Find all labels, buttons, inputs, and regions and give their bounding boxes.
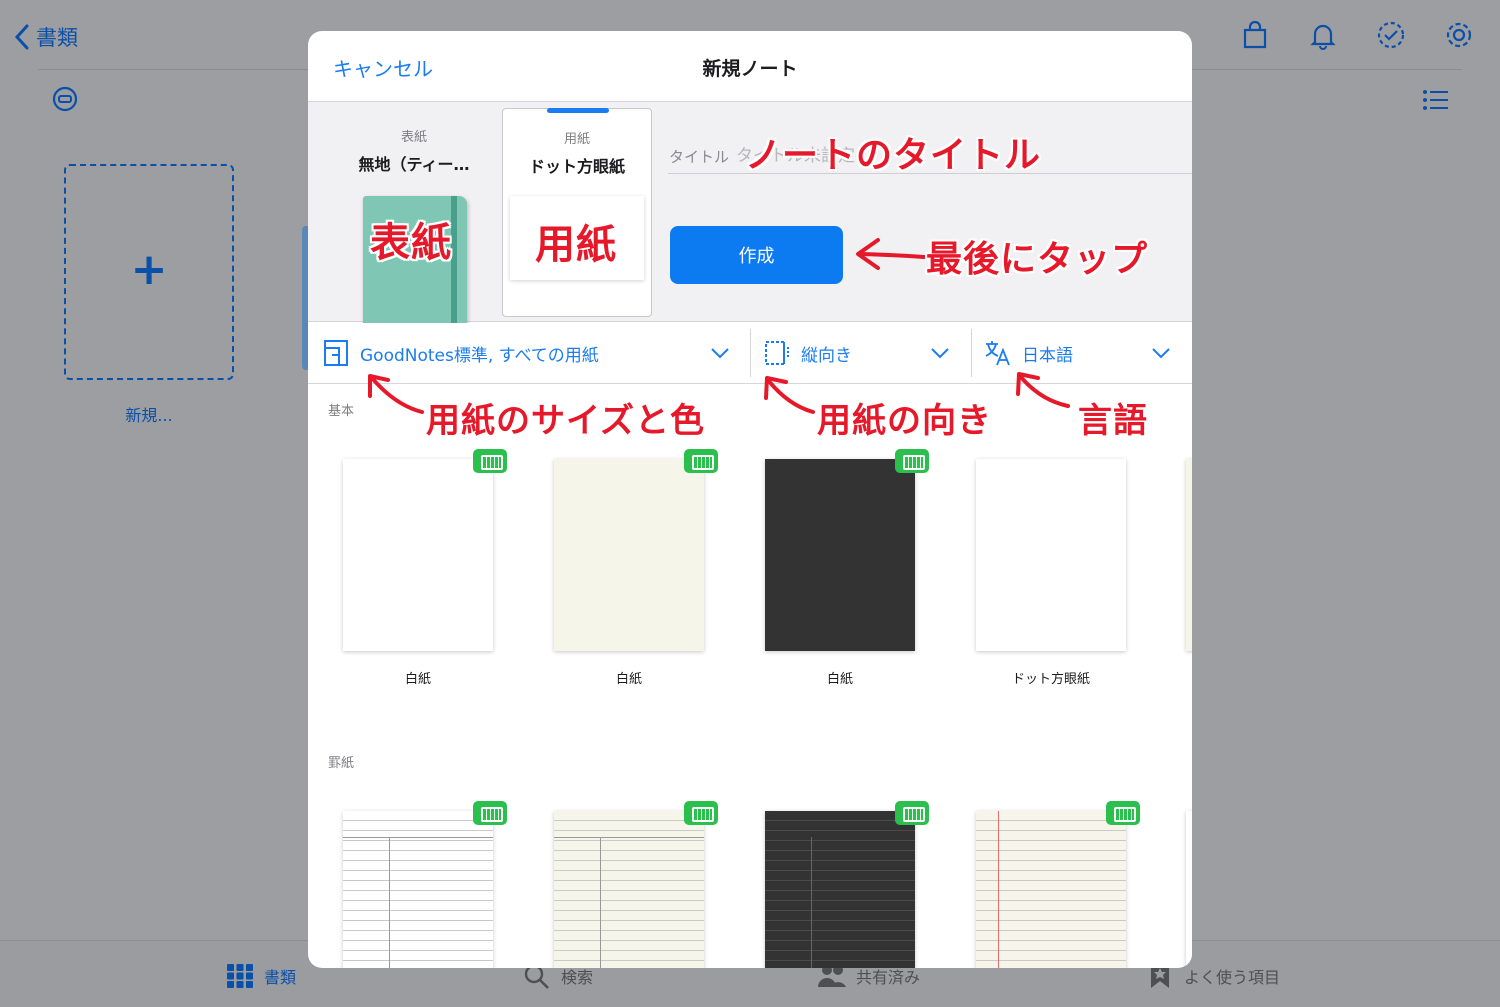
template-name: ドット方眼紙 <box>1011 672 1090 687</box>
keyboard-badge-icon <box>895 449 929 473</box>
list-view-icon[interactable] <box>1422 88 1448 112</box>
template-partial[interactable] <box>1186 811 1192 968</box>
template-ruled-legal[interactable] <box>976 811 1126 968</box>
filter-separator <box>750 329 751 377</box>
template-blank-white[interactable] <box>343 459 493 651</box>
language-dropdown[interactable]: 日本語 <box>984 323 1180 383</box>
template-partial[interactable] <box>1186 459 1192 651</box>
template-name: 白紙 <box>615 672 642 687</box>
template-name: 白紙 <box>826 672 853 687</box>
section-label-basic: 基本 <box>328 404 355 419</box>
grid-icon <box>227 964 253 988</box>
template-set-label: GoodNotes標準, すべての用紙 <box>360 345 599 366</box>
keyboard-badge-icon <box>473 449 507 473</box>
chevron-down-icon <box>1152 348 1170 359</box>
chevron-down-icon <box>711 348 729 359</box>
language-label: 日本語 <box>1022 345 1073 366</box>
tab-label: 書類 <box>264 968 297 987</box>
template-dot-grid[interactable] <box>976 459 1126 651</box>
annotation-cover: 表紙 <box>370 220 452 266</box>
modal-header: キャンセル 新規ノート <box>308 31 1192 102</box>
orientation-label: 縦向き <box>801 345 852 366</box>
filter-bar: GoodNotes標準, すべての用紙 縦向き 日本語 <box>308 323 1192 384</box>
paper-name: ドット方眼紙 <box>528 157 625 176</box>
cover-selector[interactable]: 表紙 無地（ティー… <box>328 126 500 328</box>
orientation-dropdown[interactable]: 縦向き <box>763 323 971 383</box>
template-blank-ivory[interactable] <box>554 459 704 651</box>
keyboard-badge-icon <box>1106 801 1140 825</box>
keyboard-badge-icon <box>684 801 718 825</box>
selected-indicator <box>547 108 609 113</box>
nav-icons <box>1240 20 1474 50</box>
filter-separator <box>971 329 972 377</box>
new-document-label: 新規... <box>125 406 173 425</box>
template-icon <box>324 340 348 366</box>
paper-small-label: 用紙 <box>563 132 590 147</box>
title-label: タイトル <box>669 148 730 166</box>
chevron-down-icon <box>931 348 949 359</box>
chevron-left-icon <box>14 24 29 50</box>
bell-icon[interactable] <box>1308 20 1338 50</box>
plus-icon: + <box>130 243 168 295</box>
annotation-orientation: 用紙の向き <box>817 401 992 441</box>
template-set-dropdown[interactable]: GoodNotes標準, すべての用紙 <box>322 323 750 383</box>
cover-name: 無地（ティー… <box>358 155 470 174</box>
cover-small-label: 表紙 <box>400 130 427 145</box>
template-name: 白紙 <box>404 672 431 687</box>
annotation-language: 言語 <box>1078 401 1148 441</box>
back-label: 書類 <box>36 26 78 50</box>
tab-label: よく使う項目 <box>1184 968 1281 987</box>
check-circle-icon[interactable] <box>1376 20 1406 50</box>
template-ruled-ivory[interactable] <box>554 811 704 968</box>
template-ruled-white[interactable] <box>343 811 493 968</box>
orientation-icon <box>765 341 789 365</box>
gear-icon[interactable] <box>1444 20 1474 50</box>
annotation-title: ノートのタイトル <box>745 135 1042 176</box>
modal-title: 新規ノート <box>702 58 798 80</box>
translate-icon <box>985 341 1010 366</box>
annotation-tap: 最後にタップ <box>926 239 1149 280</box>
keyboard-badge-icon <box>895 801 929 825</box>
create-button[interactable]: 作成 <box>670 226 843 284</box>
bag-icon[interactable] <box>1240 20 1270 50</box>
select-icon[interactable] <box>52 86 78 112</box>
keyboard-badge-icon <box>684 449 718 473</box>
keyboard-badge-icon <box>473 801 507 825</box>
back-button[interactable]: 書類 <box>14 22 78 52</box>
annotation-paper: 用紙 <box>535 222 617 268</box>
template-blank-dark[interactable] <box>765 459 915 651</box>
tab-documents[interactable]: 書類 <box>226 963 296 989</box>
template-ruled-dark[interactable] <box>765 811 915 968</box>
annotation-size-color: 用紙のサイズと色 <box>426 401 705 441</box>
section-label-ruled: 罫紙 <box>328 756 355 771</box>
new-document-tile[interactable]: + <box>64 164 234 380</box>
